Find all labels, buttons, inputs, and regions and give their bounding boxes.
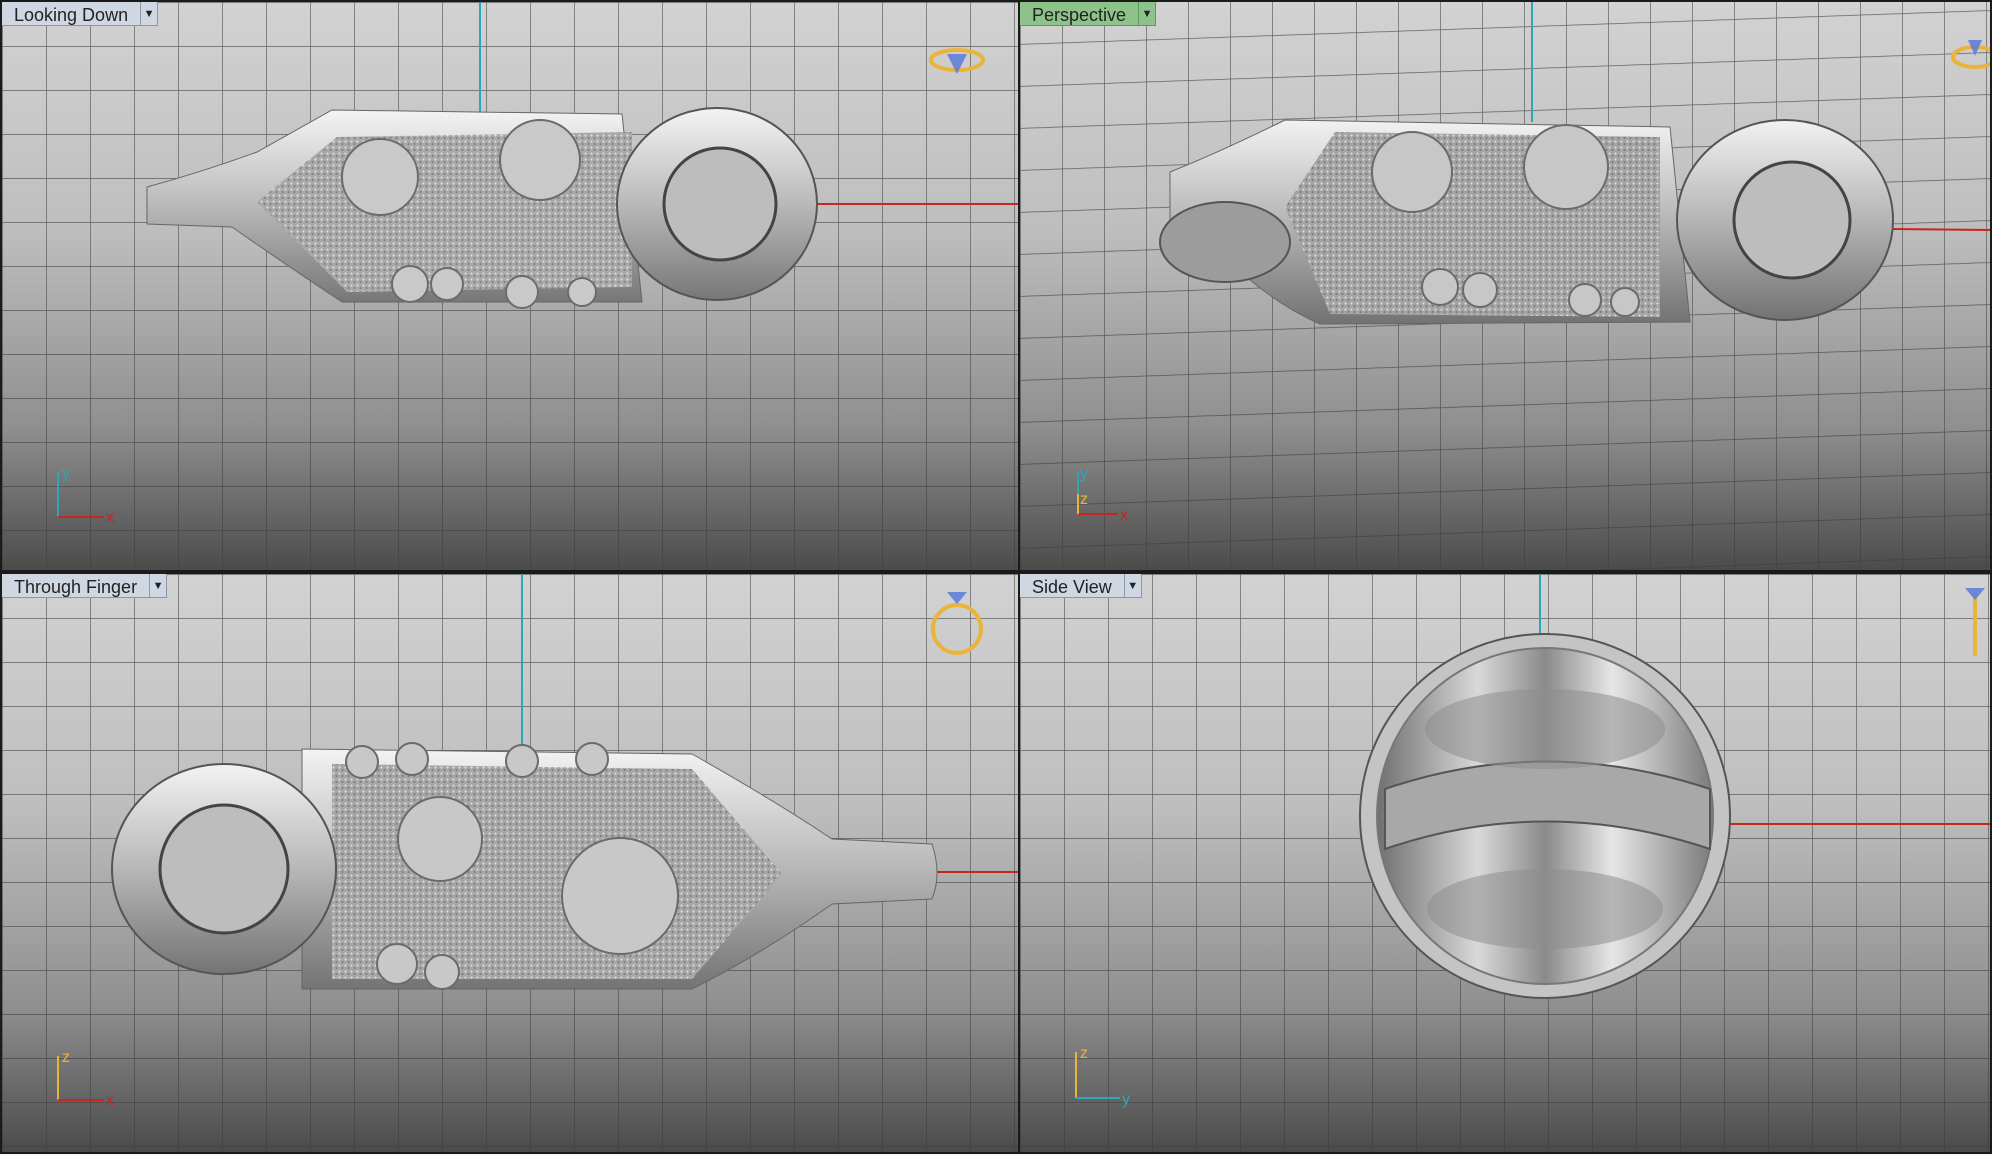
axis-label-y: y [62, 465, 70, 482]
ring-model[interactable] [1159, 119, 1894, 325]
chevron-down-icon[interactable]: ▼ [150, 574, 168, 598]
viewport-canvas[interactable]: y x [2, 2, 1018, 570]
viewport-title-tab[interactable]: Side View ▼ [1020, 574, 1142, 598]
viewport-title[interactable]: Through Finger [2, 574, 151, 598]
chevron-down-icon[interactable]: ▼ [1139, 2, 1157, 26]
viewport-perspective[interactable]: y z x Perspective ▼ [1018, 0, 1992, 572]
viewport-canvas[interactable]: z x [2, 574, 1018, 1152]
axis-label-x: x [106, 1092, 114, 1109]
axis-label-y: y [1080, 465, 1088, 482]
chevron-down-icon[interactable]: ▼ [1124, 574, 1142, 598]
axis-label-z: z [1080, 1045, 1088, 1062]
viewport-title[interactable]: Perspective [1020, 2, 1140, 26]
viewport-title-tab[interactable]: Looking Down ▼ [2, 2, 159, 26]
ring-model[interactable] [1359, 633, 1731, 999]
viewport-title[interactable]: Side View [1020, 574, 1125, 598]
axis-label-y: y [1122, 1091, 1130, 1108]
viewport-looking-down[interactable]: y x Looking Down ▼ [0, 0, 1020, 572]
viewport-through-finger[interactable]: z x Through Finger ▼ [0, 572, 1020, 1154]
axis-label-x: x [106, 509, 114, 526]
viewport-canvas[interactable]: y z x [1020, 2, 1990, 570]
viewport-canvas[interactable]: z y [1020, 574, 1990, 1152]
axis-label-x: x [1120, 507, 1128, 524]
viewport-title-tab[interactable]: Through Finger ▼ [2, 574, 168, 598]
viewport-side-view[interactable]: z y Side View ▼ [1018, 572, 1992, 1154]
axis-label-z: z [62, 1049, 70, 1066]
axis-label-z: z [1080, 491, 1088, 508]
viewport-title-tab[interactable]: Perspective ▼ [1020, 2, 1157, 26]
viewport-title[interactable]: Looking Down [2, 2, 142, 26]
chevron-down-icon[interactable]: ▼ [141, 2, 159, 26]
